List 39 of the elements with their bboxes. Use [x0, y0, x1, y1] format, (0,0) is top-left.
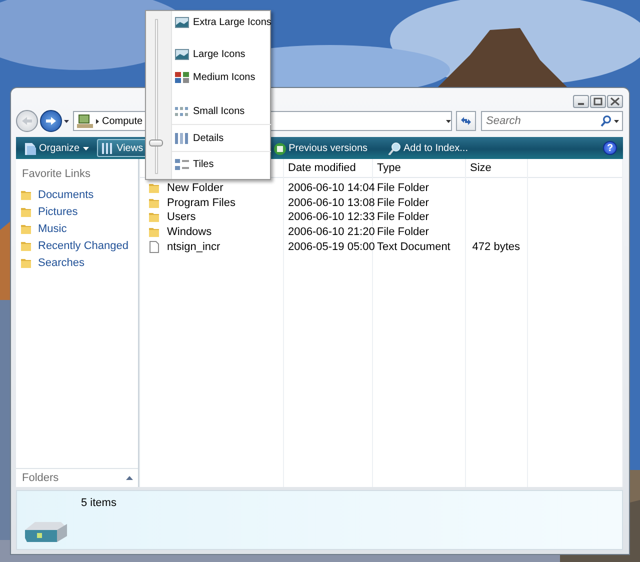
table-cell-text: Text Document [376, 240, 452, 253]
section-heading: Favorite Links [21, 167, 92, 182]
help-button[interactable]: ? [603, 141, 617, 155]
favorite-link[interactable]: Searches [20, 254, 138, 271]
table-cell-text: 2006-05-19 05:00 [287, 240, 373, 253]
column-header[interactable]: Type [373, 159, 466, 177]
menu-item[interactable]: Large Icons [172, 45, 272, 63]
toolbar-button[interactable]: Add to Index... [384, 139, 472, 157]
favorite-link[interactable]: Pictures [20, 203, 138, 220]
favorite-link[interactable]: Recently Changed [20, 237, 138, 254]
file-name[interactable]: ntsign_incr [163, 240, 220, 253]
column-header[interactable]: Size [466, 159, 528, 177]
search-field[interactable]: Search [481, 111, 623, 131]
menu-item[interactable]: Tiles [172, 155, 272, 173]
folders-bar[interactable]: Folders [16, 468, 138, 486]
address-path: Compute [102, 116, 143, 126]
menu-item[interactable]: Extra Large Icons [172, 13, 272, 31]
item-count: 5 items [81, 497, 116, 509]
toolbar-button[interactable]: Organize [19, 139, 93, 157]
favorite-link[interactable]: Music [20, 220, 138, 237]
column-header[interactable]: Date modified [284, 159, 373, 177]
menu-item[interactable]: Medium Icons [172, 68, 272, 86]
file-name[interactable]: Program Files [163, 196, 236, 209]
table-cell-text: 472 bytes [471, 240, 521, 253]
file-name[interactable]: Windows [163, 226, 212, 238]
table-cell-text: 2006-06-10 21:20 [287, 226, 373, 238]
table-cell-text: File Folder [376, 182, 430, 194]
table-cell-text: 2006-06-10 12:33 [287, 211, 373, 224]
file-name[interactable]: Users [163, 211, 196, 224]
table-cell-text: File Folder [376, 211, 430, 224]
table-cell-text: 2006-06-10 14:04 [287, 182, 373, 194]
favorite-link[interactable]: Documents [20, 186, 138, 203]
table-cell-text: 2006-06-10 13:08 [287, 196, 373, 209]
file-name[interactable]: New Folder [163, 182, 224, 194]
table-cell-text: File Folder [376, 226, 430, 238]
table-cell-text: File Folder [376, 196, 430, 209]
menu-item[interactable]: Small Icons [172, 102, 272, 120]
search-input[interactable]: Search [486, 115, 597, 127]
menu-item[interactable]: Details [172, 129, 272, 147]
